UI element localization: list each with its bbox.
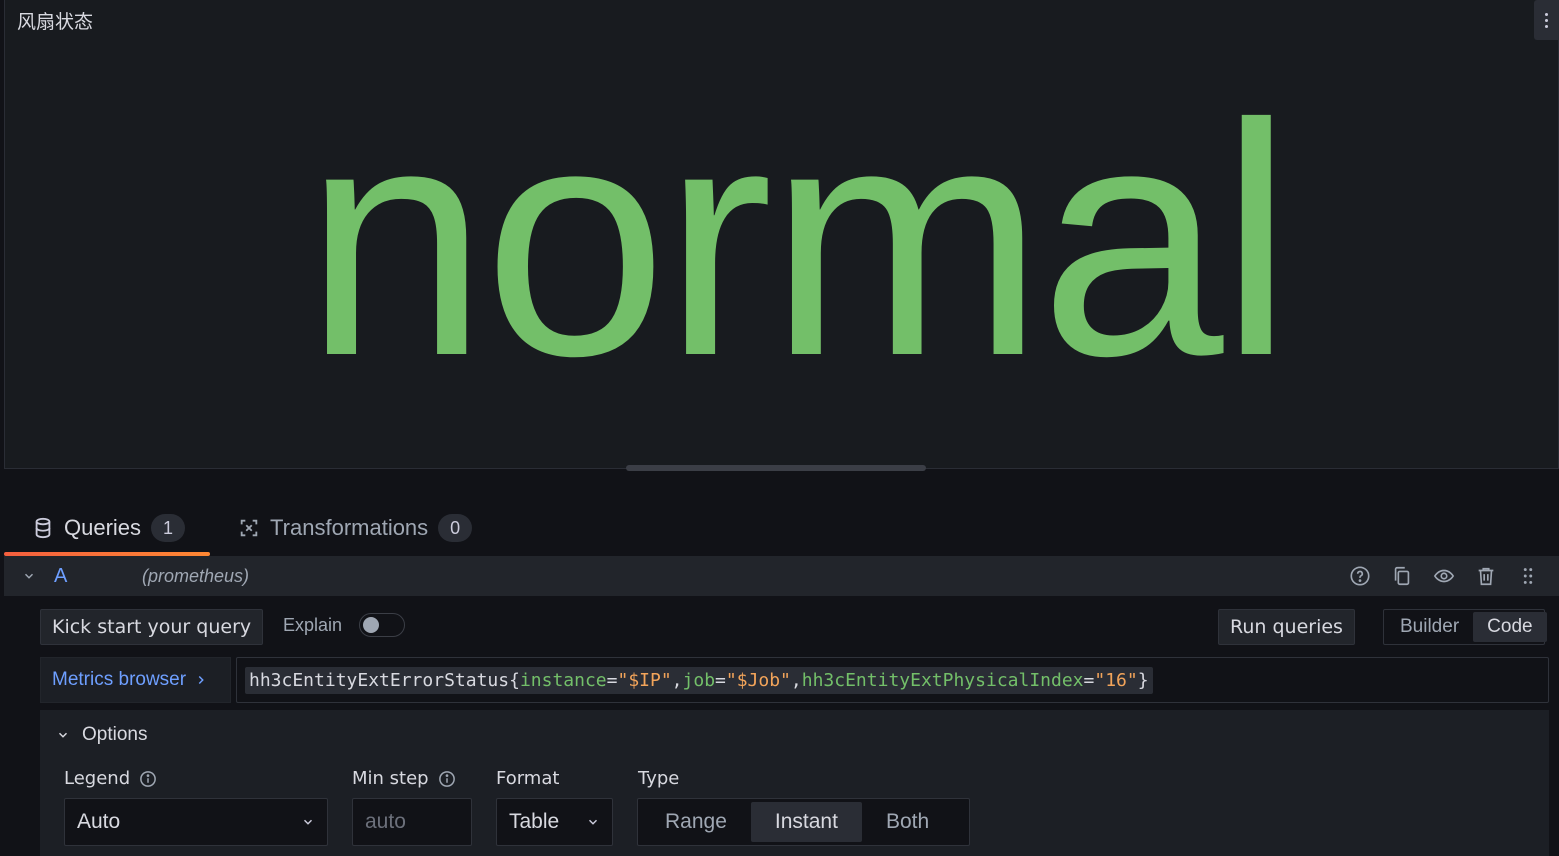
legend-select[interactable]: Auto — [64, 798, 328, 846]
tab-transformations-label: Transformations — [270, 515, 429, 540]
mode-builder-option[interactable]: Builder — [1386, 612, 1473, 642]
type-range-option[interactable]: Range — [641, 802, 751, 842]
database-icon — [35, 517, 51, 539]
editor-tabs: Queries 1 Transformations 0 — [4, 500, 497, 556]
options-section: Options Legend Auto Min step auto Format — [40, 710, 1549, 856]
collapse-chevron-icon[interactable] — [4, 569, 54, 583]
stat-value: normal — [304, 55, 1293, 424]
drag-handle-icon[interactable] — [1517, 565, 1539, 587]
run-queries-button[interactable]: Run queries — [1218, 609, 1355, 645]
transform-icon — [240, 519, 258, 537]
query-editor: A (prometheus) Kick start your query Exp… — [4, 556, 1559, 856]
panel-resize-handle[interactable] — [626, 465, 926, 471]
panel-menu-icon[interactable] — [1534, 0, 1558, 40]
chevron-right-icon — [198, 675, 204, 685]
min-step-label: Min step — [352, 768, 456, 789]
options-title: Options — [82, 724, 148, 745]
type-both-option[interactable]: Both — [862, 802, 953, 842]
tab-queries-label: Queries — [64, 515, 142, 540]
format-select[interactable]: Table — [496, 798, 613, 846]
legend-label: Legend — [64, 768, 157, 789]
info-icon[interactable] — [139, 770, 157, 788]
query-row-header[interactable]: A (prometheus) — [4, 556, 1559, 596]
tab-transformations[interactable]: Transformations 0 — [210, 500, 497, 556]
promql-query-input[interactable]: hh3cEntityExtErrorStatus{instance="$IP",… — [236, 657, 1549, 703]
chevron-down-icon — [588, 819, 598, 825]
tab-queries-count: 1 — [151, 514, 186, 542]
editor-mode-toggle: Builder Code — [1383, 609, 1547, 645]
help-icon[interactable] — [1349, 565, 1371, 587]
promql-expression: hh3cEntityExtErrorStatus{instance="$IP",… — [245, 666, 1153, 694]
query-actions — [1349, 556, 1539, 596]
panel-title: 风扇状态 — [17, 11, 94, 33]
query-datasource: (prometheus) — [142, 565, 250, 586]
explain-label: Explain — [283, 615, 343, 635]
metrics-browser-button[interactable]: Metrics browser — [40, 657, 231, 703]
stat-panel: 风扇状态 normal — [4, 0, 1559, 469]
explain-toggle[interactable] — [359, 613, 405, 637]
type-label: Type — [638, 768, 680, 789]
type-radio-group: Range Instant Both — [637, 798, 970, 846]
type-instant-option[interactable]: Instant — [750, 802, 862, 842]
eye-icon[interactable] — [1433, 565, 1455, 587]
kick-start-button[interactable]: Kick start your query — [40, 609, 264, 645]
chevron-down-icon — [58, 732, 68, 738]
min-step-input[interactable]: auto — [352, 798, 472, 846]
query-ref-id[interactable]: A — [54, 565, 142, 588]
format-label: Format — [496, 768, 560, 789]
trash-icon[interactable] — [1475, 565, 1497, 587]
tab-queries[interactable]: Queries 1 — [4, 500, 211, 556]
duplicate-icon[interactable] — [1391, 565, 1413, 587]
tab-transformations-count: 0 — [438, 514, 473, 542]
options-toggle[interactable]: Options — [56, 724, 147, 746]
metrics-browser-label: Metrics browser — [52, 669, 187, 690]
info-icon[interactable] — [438, 770, 456, 788]
chevron-down-icon — [303, 819, 313, 825]
mode-code-option[interactable]: Code — [1473, 612, 1547, 642]
